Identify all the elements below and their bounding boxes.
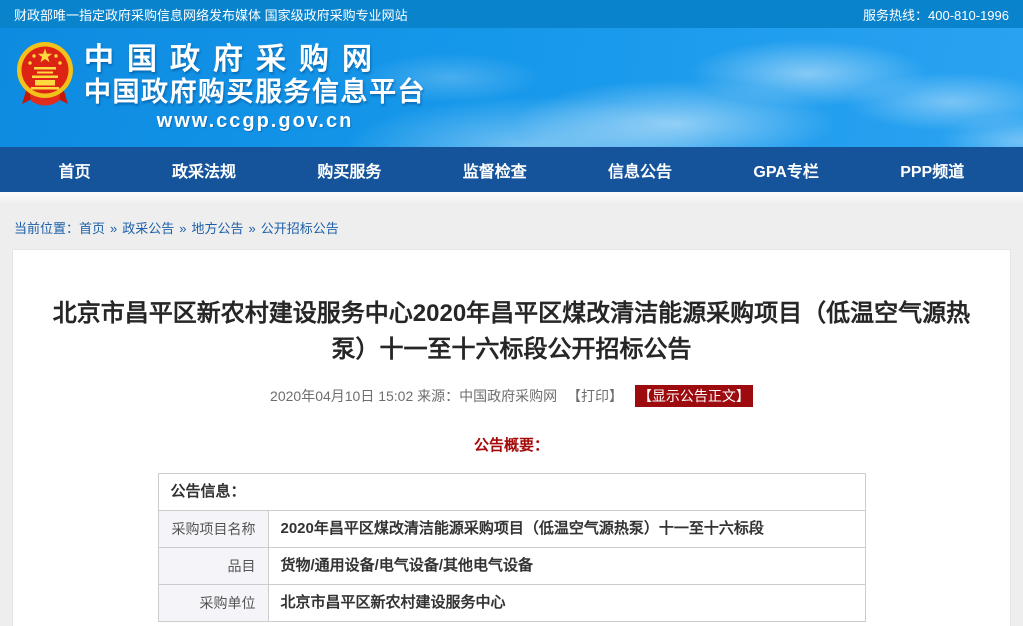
top-service-bar: 财政部唯一指定政府采购信息网络发布媒体 国家级政府采购专业网站 服务热线：400… (0, 0, 1023, 28)
site-title: 中国政府采购网 (84, 42, 426, 77)
breadcrumb-home[interactable]: 首页 (79, 221, 105, 236)
nav-item-regulations[interactable]: 政采法规 (172, 158, 236, 182)
nav-item-ppp[interactable]: PPP频道 (900, 158, 964, 182)
row-label-project-name: 采购项目名称 (158, 511, 268, 548)
table-header-cell: 公告信息： (158, 474, 865, 511)
row-value-purchaser: 北京市昌平区新农村建设服务中心 (268, 585, 865, 622)
article-title: 北京市昌平区新农村建设服务中心2020年昌平区煤改清洁能源采购项目（低温空气源热… (52, 296, 972, 368)
row-value-category: 货物/通用设备/电气设备/其他电气设备 (268, 548, 865, 585)
site-url: www.ccgp.gov.cn (84, 108, 426, 135)
row-label-purchaser: 采购单位 (158, 585, 268, 622)
nav-item-supervision[interactable]: 监督检查 (463, 158, 527, 182)
national-emblem-icon (14, 40, 76, 115)
row-label-category: 品目 (158, 548, 268, 585)
main-nav: 首页 政采法规 购买服务 监督检查 信息公告 GPA专栏 PPP频道 (0, 147, 1023, 192)
site-slogan: 财政部唯一指定政府采购信息网络发布媒体 国家级政府采购专业网站 (14, 5, 408, 24)
show-announcement-body-button[interactable]: 【显示公告正文】 (635, 385, 753, 407)
publish-datetime: 2020年04月10日 15:02 (270, 388, 413, 404)
print-button[interactable]: 【打印】 (567, 388, 623, 404)
breadcrumb-separator: » (179, 221, 186, 236)
nav-item-gpa[interactable]: GPA专栏 (753, 158, 819, 182)
table-row: 采购项目名称 2020年昌平区煤改清洁能源采购项目（低温空气源热泵）十一至十六标… (158, 511, 865, 548)
table-header-row: 公告信息： (158, 474, 865, 511)
breadcrumb-local-notices[interactable]: 地方公告 (192, 221, 244, 236)
article-meta: 2020年04月10日 15:02 来源：中国政府采购网 【打印】 【显示公告正… (43, 385, 980, 407)
service-hotline: 服务热线：400-810-1996 (863, 5, 1009, 24)
site-subtitle: 中国政府购买服务信息平台 (84, 77, 426, 108)
table-row: 采购单位 北京市昌平区新农村建设服务中心 (158, 585, 865, 622)
table-row: 品目 货物/通用设备/电气设备/其他电气设备 (158, 548, 865, 585)
nav-shadow (0, 192, 1023, 205)
breadcrumb-separator: » (110, 221, 117, 236)
row-value-project-name: 2020年昌平区煤改清洁能源采购项目（低温空气源热泵）十一至十六标段 (268, 511, 865, 548)
breadcrumb-separator: » (249, 221, 256, 236)
nav-item-purchase-service[interactable]: 购买服务 (317, 158, 381, 182)
nav-item-announcements[interactable]: 信息公告 (608, 158, 672, 182)
summary-heading: 公告概要： (43, 434, 980, 455)
article-source: 来源：中国政府采购网 (417, 388, 557, 404)
breadcrumb-procurement-notices[interactable]: 政采公告 (122, 221, 174, 236)
breadcrumb: 当前位置：首页 » 政采公告 » 地方公告 » 公开招标公告 (0, 205, 1023, 249)
breadcrumb-label: 当前位置： (14, 221, 79, 236)
announcement-info-table: 公告信息： 采购项目名称 2020年昌平区煤改清洁能源采购项目（低温空气源热泵）… (158, 473, 866, 622)
nav-item-home[interactable]: 首页 (59, 158, 91, 182)
site-header: 中国政府采购网 中国政府购买服务信息平台 www.ccgp.gov.cn (0, 28, 1023, 147)
breadcrumb-open-tender[interactable]: 公开招标公告 (261, 221, 339, 236)
article-card: 北京市昌平区新农村建设服务中心 2020年昌平区煤改清洁能源采购项目（低温空气源热… (12, 249, 1011, 626)
